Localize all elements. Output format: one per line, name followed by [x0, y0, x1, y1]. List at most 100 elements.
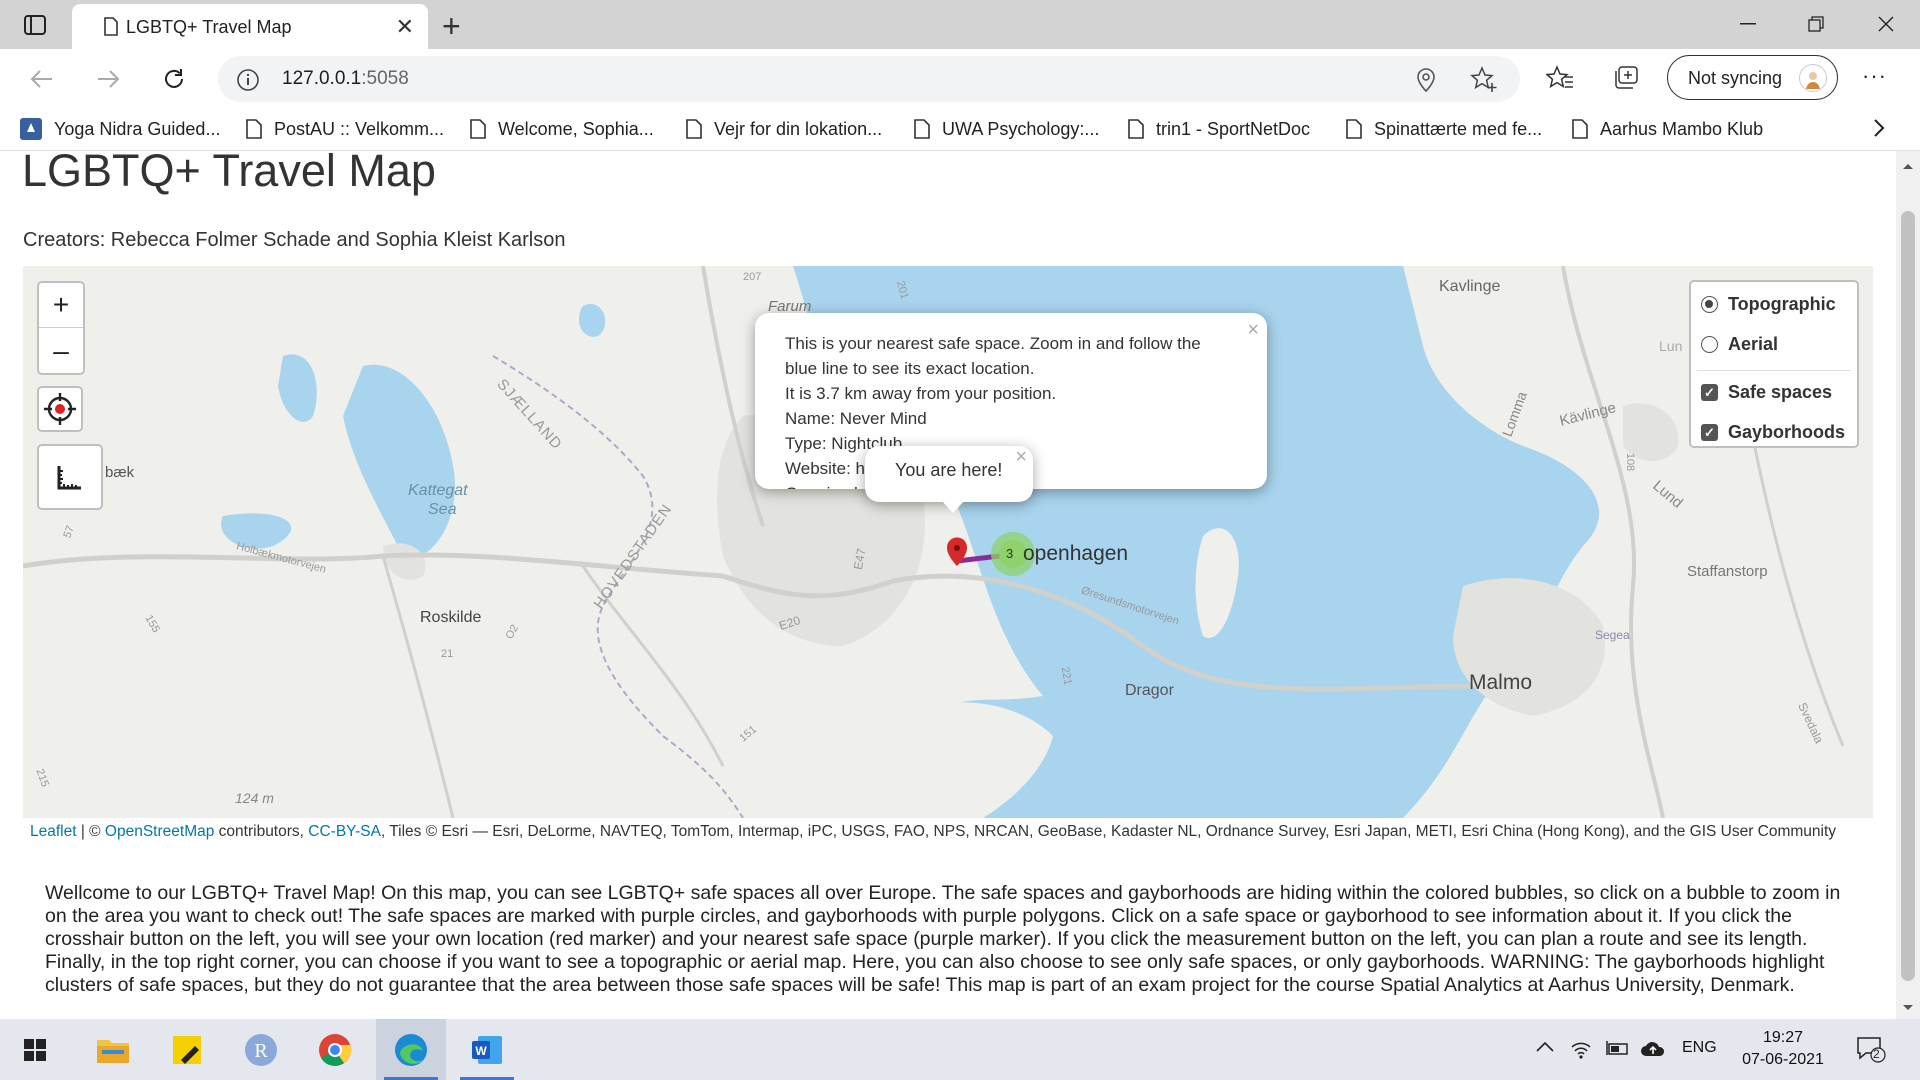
map-attribution: Leaflet | © OpenStreetMap contributors, …	[23, 818, 1873, 858]
you-are-here-popup: You are here! ×	[865, 446, 1033, 513]
checkbox-safe-spaces[interactable]: ✓	[1701, 384, 1718, 401]
osm-link[interactable]: OpenStreetMap	[105, 823, 214, 840]
restore-icon[interactable]	[1786, 6, 1846, 42]
page-icon	[1346, 119, 1362, 139]
creators-text: Creators: Rebecca Folmer Schade and Soph…	[23, 229, 566, 251]
chevron-right-icon[interactable]	[1872, 117, 1886, 144]
bookmark-item[interactable]: Yoga Nidra Guided...	[20, 115, 220, 143]
chrome-icon[interactable]	[300, 1019, 370, 1080]
sync-label: Not syncing	[1688, 68, 1783, 88]
add-favorite-icon[interactable]	[1470, 66, 1498, 99]
bookmark-item[interactable]: trin1 - SportNetDoc	[1128, 115, 1310, 143]
page-scrollbar[interactable]	[1896, 151, 1920, 1019]
url-input[interactable]: 127.0.0.1:5058	[218, 56, 1520, 102]
label-sea: Sea	[428, 501, 457, 518]
start-button[interactable]	[0, 1019, 70, 1080]
page-viewport: LGBTQ+ Travel Map Creators: Rebecca Folm…	[0, 151, 1896, 1019]
label-kavlinge: Kavlinge	[1439, 278, 1501, 295]
chevron-up-icon[interactable]	[1536, 1039, 1554, 1057]
site-info-icon[interactable]	[236, 68, 260, 97]
scroll-up-icon[interactable]	[1902, 157, 1914, 175]
bookmark-item[interactable]: Welcome, Sophia...	[470, 115, 654, 143]
label-elevation: 124 m	[235, 790, 274, 806]
label-road-21: 21	[441, 648, 454, 660]
favorites-icon[interactable]	[1545, 65, 1574, 96]
crosshair-icon	[44, 393, 76, 425]
sticky-notes-icon[interactable]	[152, 1019, 222, 1080]
bookmark-item[interactable]: Aarhus Mambo Klub	[1572, 115, 1763, 143]
bookmark-item[interactable]: UWA Psychology:...	[914, 115, 1099, 143]
bookmark-item[interactable]: Spinattærte med fe...	[1346, 115, 1542, 143]
page-icon	[470, 119, 486, 139]
tab-actions-icon[interactable]	[20, 12, 50, 38]
layer-divider	[1697, 370, 1851, 371]
overlay-safe-spaces[interactable]: ✓ Safe spaces	[1701, 382, 1832, 403]
map[interactable]: openhagen 3 Roskilde Kattegat Sea Malmo …	[23, 266, 1873, 818]
battery-icon[interactable]	[1606, 1039, 1630, 1062]
url-text: 127.0.0.1:5058	[282, 68, 409, 89]
label-staffanstorp: Staffanstorp	[1687, 563, 1768, 580]
zoom-out-button[interactable]: –	[39, 328, 83, 373]
layer-topographic[interactable]: Topographic	[1701, 294, 1836, 315]
tab-lgbtq-travel-map[interactable]: LGBTQ+ Travel Map ✕	[72, 4, 428, 49]
word-icon[interactable]: W	[452, 1019, 522, 1080]
overlay-gayborhoods[interactable]: ✓ Gayborhoods	[1701, 422, 1845, 443]
r-app-icon[interactable]: R	[226, 1019, 296, 1080]
bookmark-item[interactable]: PostAU :: Velkomm...	[246, 115, 444, 143]
page-icon	[686, 119, 702, 139]
leaflet-link[interactable]: Leaflet	[30, 823, 77, 840]
ruler-icon	[57, 466, 81, 490]
more-options-icon[interactable]: ···	[1862, 63, 1887, 89]
page-title: LGBTQ+ Travel Map	[22, 151, 436, 196]
intro-text: Wellcome to our LGBTQ+ Travel Map! On th…	[45, 882, 1841, 996]
measure-button[interactable]	[37, 444, 103, 510]
zoom-control: + –	[37, 281, 85, 375]
location-pin-icon[interactable]	[1414, 67, 1438, 98]
layer-aerial[interactable]: Aerial	[1701, 334, 1778, 355]
notifications-icon[interactable]: 2	[1856, 1035, 1886, 1068]
windows-icon	[24, 1038, 46, 1061]
new-tab-icon[interactable]: +	[442, 8, 461, 45]
edge-icon[interactable]	[376, 1019, 446, 1080]
popup-close-icon[interactable]: ×	[1015, 446, 1027, 469]
scrollbar-thumb[interactable]	[1901, 211, 1915, 981]
you-are-here-text: You are here!	[895, 460, 1003, 480]
label-baek: bæk	[105, 464, 135, 481]
file-explorer-icon[interactable]	[78, 1019, 148, 1080]
label-roskilde: Roskilde	[420, 609, 482, 626]
bookmark-item[interactable]: Vejr for din lokation...	[686, 115, 882, 143]
checkbox-gayborhoods[interactable]: ✓	[1701, 424, 1718, 441]
page-icon	[914, 119, 930, 139]
tab-close-icon[interactable]: ✕	[396, 14, 414, 40]
label-dragor: Dragor	[1125, 682, 1174, 699]
minimize-icon[interactable]	[1718, 6, 1778, 42]
label-road-108: 108	[1624, 452, 1637, 472]
notification-count: 2	[1873, 1047, 1880, 1061]
label-malmo: Malmo	[1469, 671, 1533, 694]
zoom-in-button[interactable]: +	[39, 283, 83, 328]
collections-icon[interactable]	[1612, 65, 1640, 96]
svg-text:W: W	[475, 1044, 487, 1058]
radio-topographic[interactable]	[1701, 296, 1718, 313]
close-window-icon[interactable]	[1856, 6, 1916, 42]
radio-aerial[interactable]	[1701, 336, 1718, 353]
popup-tip	[941, 500, 965, 513]
cluster-count[interactable]: 3	[1006, 546, 1013, 561]
wifi-icon[interactable]	[1570, 1039, 1592, 1064]
refresh-icon[interactable]	[156, 61, 192, 97]
language-indicator[interactable]: ENG	[1682, 1039, 1717, 1057]
profile-sync-button[interactable]: Not syncing	[1667, 55, 1838, 100]
scroll-down-icon[interactable]	[1902, 999, 1914, 1017]
svg-text:R: R	[254, 1040, 268, 1062]
label-copenhagen: openhagen	[1023, 542, 1129, 565]
locate-button[interactable]	[37, 386, 83, 432]
back-icon[interactable]	[24, 61, 60, 97]
clock[interactable]: 19:27 07-06-2021	[1738, 1027, 1828, 1071]
address-bar-row: 127.0.0.1:5058 Not syncing ···	[0, 49, 1920, 109]
ccbysa-link[interactable]: CC-BY-SA	[308, 823, 381, 840]
label-segea: Segea	[1595, 628, 1630, 642]
popup-close-icon[interactable]: ×	[1247, 319, 1259, 342]
onedrive-icon[interactable]	[1640, 1039, 1666, 1064]
forward-icon[interactable]	[90, 61, 126, 97]
page-icon	[246, 119, 262, 139]
